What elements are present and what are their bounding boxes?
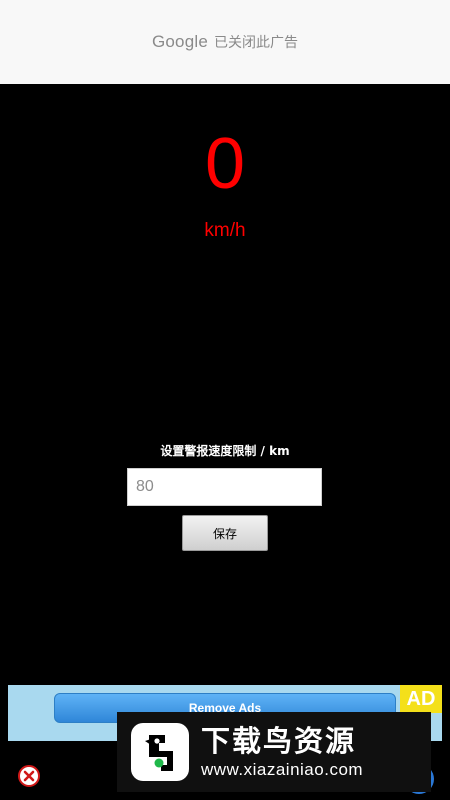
ad-badge: AD xyxy=(400,685,442,713)
close-ad-icon[interactable] xyxy=(17,764,41,788)
speed-limit-input[interactable] xyxy=(127,468,322,506)
google-brand: Google xyxy=(151,32,209,51)
speed-value: 0 xyxy=(204,124,246,204)
save-button[interactable]: 保存 xyxy=(182,515,268,551)
watermark-url: www.xiazainiao.com xyxy=(201,760,364,779)
speed-limit-label: 设置警报速度限制 / km xyxy=(160,444,290,458)
ad-closed-text: 已关闭此广告 xyxy=(214,35,299,51)
bird-logo-icon xyxy=(131,723,189,781)
speed-unit: km/h xyxy=(204,220,246,241)
ad-closed-notice: Google 已关闭此广告 xyxy=(0,0,450,84)
watermark: 下载鸟资源 www.xiazainiao.com xyxy=(117,712,431,792)
watermark-title: 下载鸟资源 xyxy=(201,724,357,758)
